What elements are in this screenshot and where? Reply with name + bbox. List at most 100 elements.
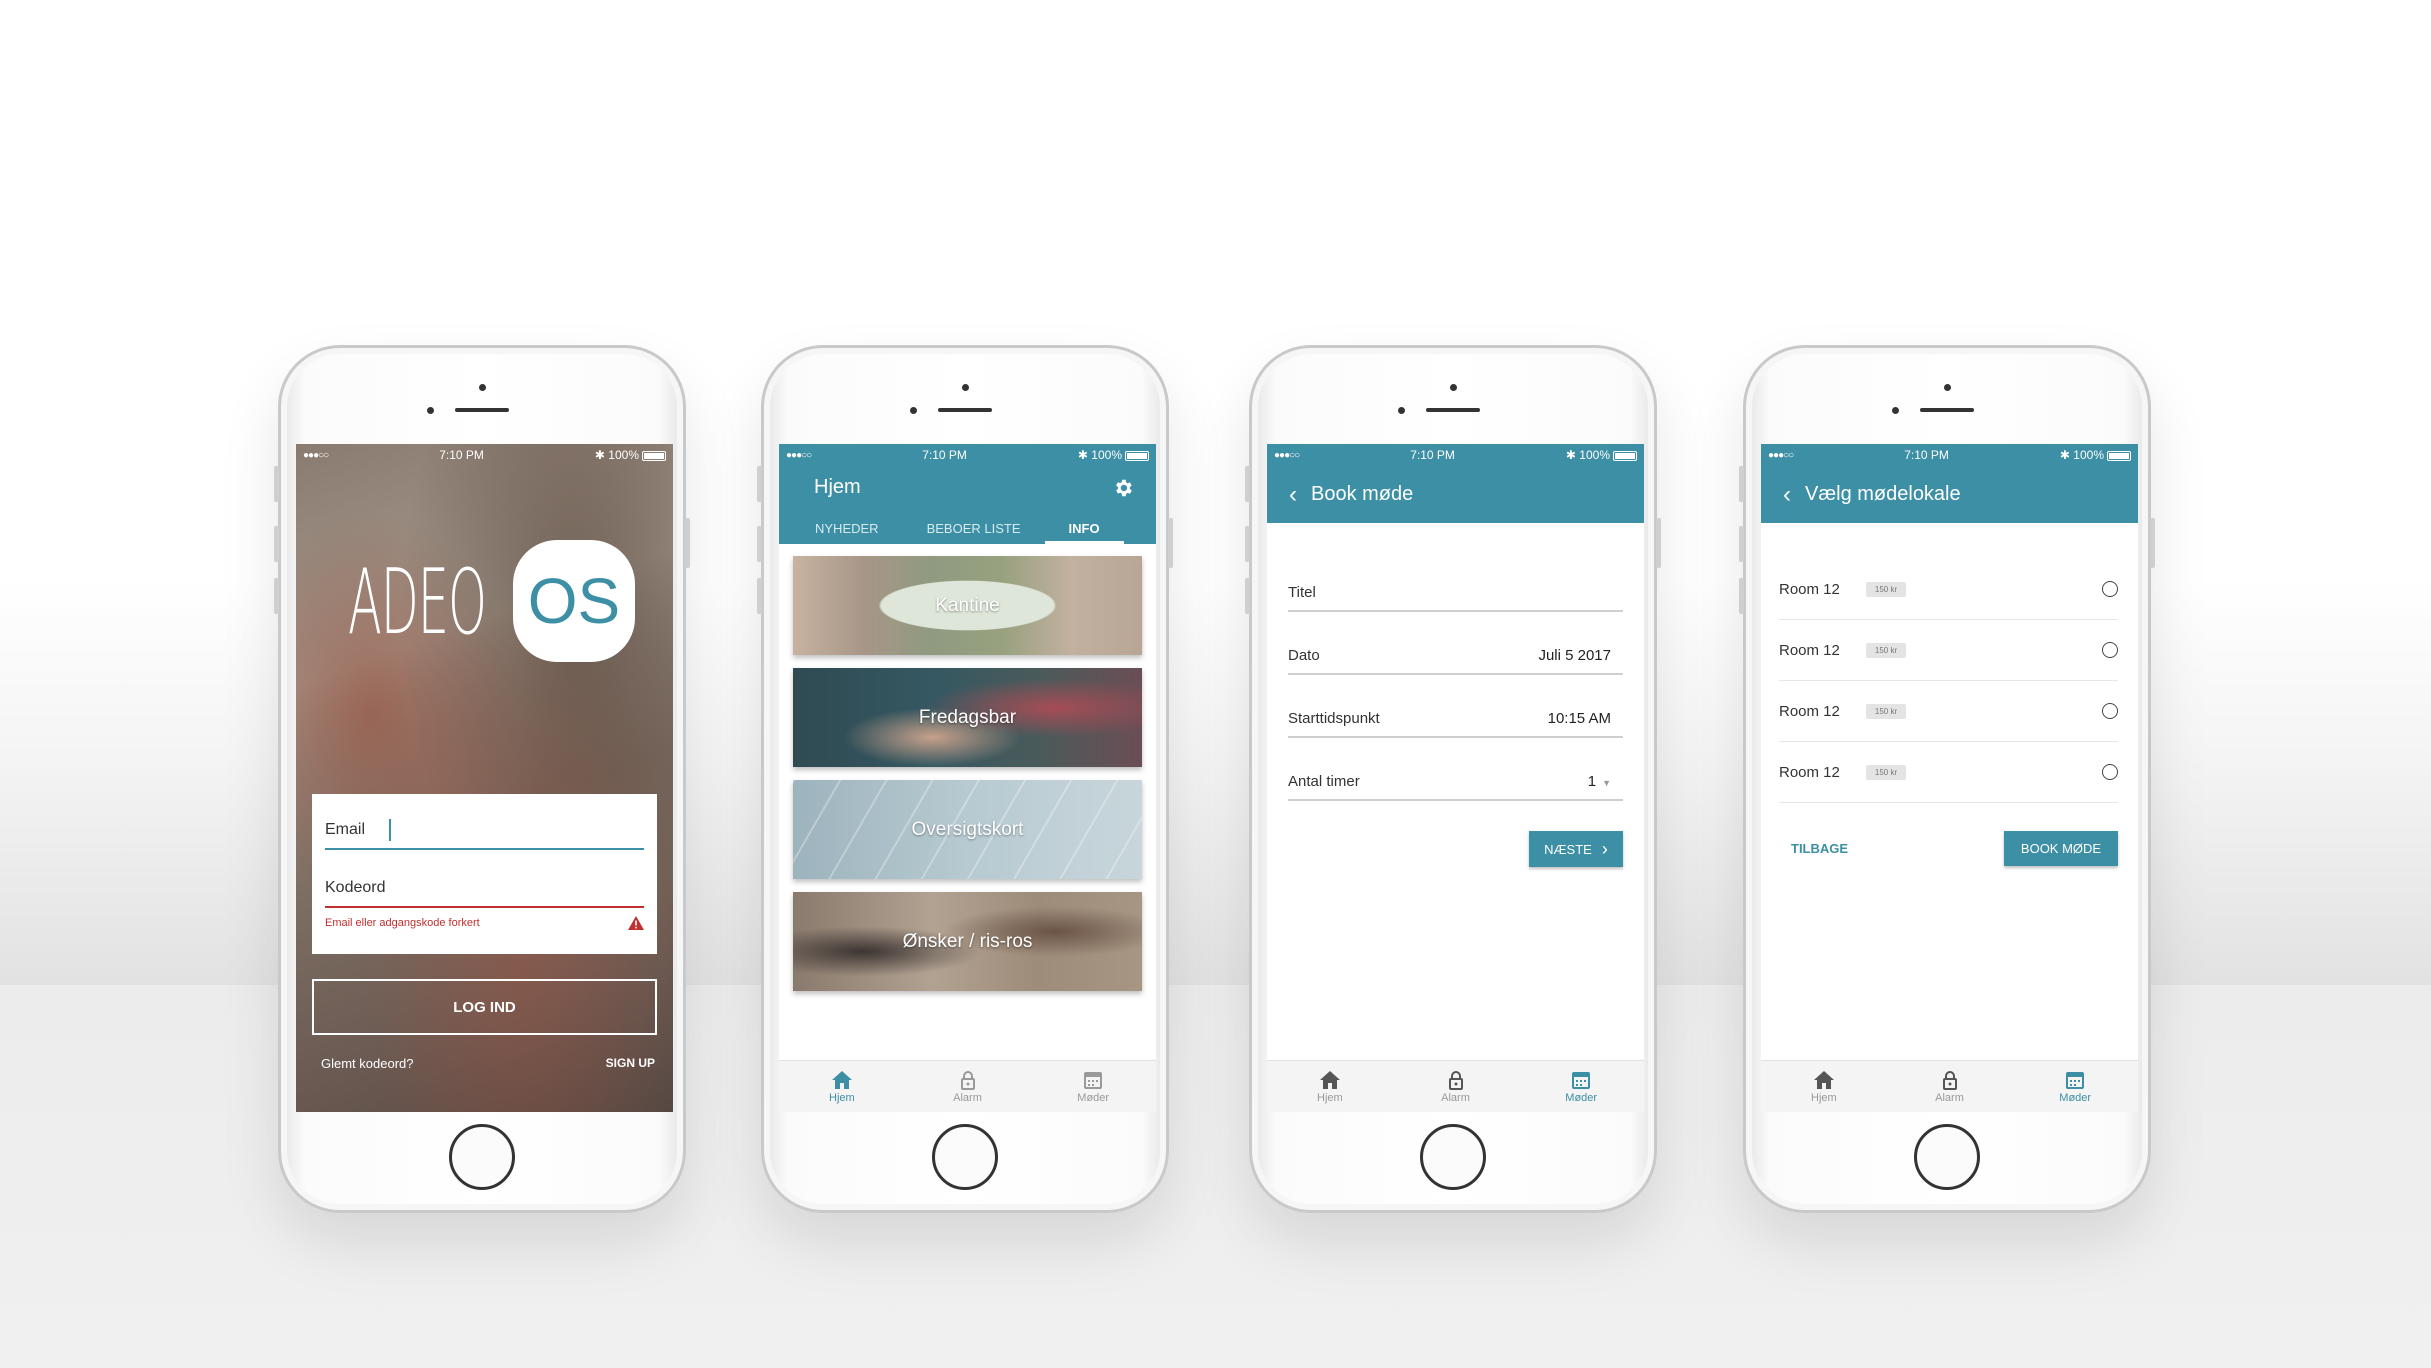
home-button[interactable] <box>1914 1124 1980 1190</box>
text-cursor <box>389 819 392 841</box>
proximity-sensor <box>427 407 434 414</box>
calendar-icon <box>2066 1071 2085 1089</box>
price-badge: 150 kr <box>1865 703 1907 719</box>
room-name: Room 12 <box>1779 641 1840 659</box>
header: ●●●○○ 7:10 PM ✱ 100% ‹ Book møde <box>1267 444 1644 523</box>
tab-hjem[interactable]: Hjem <box>1267 1061 1393 1112</box>
signal-indicator: ●●●○○ <box>786 449 812 461</box>
room-item[interactable]: Room 12 150 kr <box>1779 620 2118 681</box>
card-onsker[interactable]: Ønsker / ris-ros <box>793 892 1142 991</box>
card-kantine[interactable]: Kantine <box>793 556 1142 655</box>
tab-label: Alarm <box>1441 1091 1470 1104</box>
price-badge: 150 kr <box>1865 642 1907 658</box>
field-value: 10:15 AM <box>1547 710 1611 727</box>
home-button[interactable] <box>1420 1124 1486 1190</box>
status-bar: ●●●○○ 7:10 PM ✱ 100% <box>1761 444 2138 466</box>
tab-hjem[interactable]: Hjem <box>1761 1061 1887 1112</box>
tab-bar-top: NYHEDER BEBOER LISTE INFO <box>779 509 1156 544</box>
status-time: 7:10 PM <box>922 448 967 462</box>
tab-label: Alarm <box>1935 1091 1964 1104</box>
tab-moder[interactable]: Møder <box>1030 1061 1156 1112</box>
room-item[interactable]: Room 12 150 kr <box>1779 559 2118 620</box>
tab-info[interactable]: INFO <box>1044 521 1124 544</box>
tab-alarm[interactable]: Alarm <box>1393 1061 1519 1112</box>
tab-hjem[interactable]: Hjem <box>779 1061 905 1112</box>
room-item[interactable]: Room 12 150 kr <box>1779 742 2118 803</box>
rooms-screen: ●●●○○ 7:10 PM ✱ 100% ‹ Vælg mødelokale R… <box>1761 444 2138 1112</box>
room-radio[interactable] <box>2102 764 2118 780</box>
home-button[interactable] <box>932 1124 998 1190</box>
book-meeting-button[interactable]: BOOK MØDE <box>2004 831 2118 866</box>
status-time: 7:10 PM <box>439 448 484 462</box>
battery-icon <box>1125 450 1149 461</box>
hours-select[interactable]: Antal timer 1 ▼ <box>1288 738 1623 801</box>
login-links: Glemt kodeord? SIGN UP <box>321 1056 655 1071</box>
button-label: NÆSTE <box>1544 841 1592 857</box>
room-radio[interactable] <box>2102 703 2118 719</box>
phone-book: ●●●○○ 7:10 PM ✱ 100% ‹ Book møde Titel D… <box>1245 345 1661 1213</box>
next-button[interactable]: NÆSTE › <box>1529 831 1623 867</box>
login-button[interactable]: LOG IND <box>312 979 657 1035</box>
tab-label: Alarm <box>953 1091 982 1104</box>
home-screen: ●●●○○ 7:10 PM ✱ 100% Hjem NYHEDER BEBOER… <box>779 444 1156 1112</box>
forgot-password-link[interactable]: Glemt kodeord? <box>321 1056 414 1071</box>
app-logo-text: ADEO <box>348 550 487 655</box>
home-icon <box>1319 1070 1340 1089</box>
chevron-right-icon: › <box>1601 838 1608 859</box>
front-camera <box>1450 384 1457 391</box>
earpiece-speaker <box>1426 408 1480 412</box>
warning-icon <box>628 916 644 930</box>
battery-icon <box>2107 450 2131 461</box>
app-bar: Hjem <box>779 466 1156 509</box>
tab-beboer-liste[interactable]: BEBOER LISTE <box>903 521 1045 544</box>
home-button[interactable] <box>449 1124 515 1190</box>
room-list: Room 12 150 kr Room 12 150 kr Room 12 15… <box>1761 523 2138 803</box>
tab-label: Hjem <box>829 1091 855 1104</box>
earpiece-speaker <box>455 408 509 412</box>
card-fredagsbar[interactable]: Fredagsbar <box>793 668 1142 767</box>
page-title: Vælg mødelokale <box>1805 483 1961 505</box>
room-item[interactable]: Room 12 150 kr <box>1779 681 2118 742</box>
start-time-field[interactable]: Starttidspunkt 10:15 AM <box>1288 675 1623 738</box>
card-oversigtskort[interactable]: Oversigtskort <box>793 780 1142 879</box>
tab-alarm[interactable]: Alarm <box>1887 1061 2013 1112</box>
signal-indicator: ●●●○○ <box>303 449 329 461</box>
header: ●●●○○ 7:10 PM ✱ 100% ‹ Vælg mødelokale <box>1761 444 2138 523</box>
back-chevron-icon[interactable]: ‹ <box>1289 482 1297 507</box>
back-chevron-icon[interactable]: ‹ <box>1783 482 1791 507</box>
bottom-tab-bar: Hjem Alarm Møder <box>1267 1060 1644 1112</box>
tab-label: Hjem <box>1811 1091 1837 1104</box>
room-name: Room 12 <box>1779 702 1840 720</box>
home-icon <box>831 1070 852 1089</box>
status-bar: ●●●○○ 7:10 PM ✱ 100% <box>1267 444 1644 466</box>
tab-moder[interactable]: Møder <box>1518 1061 1644 1112</box>
back-link[interactable]: TILBAGE <box>1791 841 1848 856</box>
email-field[interactable]: Email <box>325 812 644 850</box>
gear-icon[interactable] <box>1112 477 1134 499</box>
battery-icon <box>642 450 666 461</box>
page-title: Book møde <box>1311 483 1414 505</box>
room-name: Room 12 <box>1779 580 1840 598</box>
error-message: Email eller adgangskode forkert <box>325 916 644 930</box>
signup-link[interactable]: SIGN UP <box>606 1056 655 1071</box>
title-field[interactable]: Titel <box>1288 565 1623 612</box>
tab-label: Møder <box>2059 1091 2092 1104</box>
battery-icon <box>1613 450 1637 461</box>
signal-indicator: ●●●○○ <box>1768 449 1794 461</box>
field-label: Antal timer <box>1288 773 1360 790</box>
tab-moder[interactable]: Møder <box>2012 1061 2138 1112</box>
room-radio[interactable] <box>2102 581 2118 597</box>
calendar-icon <box>1084 1071 1103 1089</box>
room-radio[interactable] <box>2102 642 2118 658</box>
tab-nyheder[interactable]: NYHEDER <box>791 521 903 544</box>
status-bar: ●●●○○ 7:10 PM ✱ 100% <box>296 444 673 466</box>
phone-home: ●●●○○ 7:10 PM ✱ 100% Hjem NYHEDER BEBOER… <box>757 345 1173 1213</box>
tab-alarm[interactable]: Alarm <box>905 1061 1031 1112</box>
app-logo-badge: OS <box>513 540 635 662</box>
page-title: Hjem <box>814 476 861 498</box>
password-field[interactable]: Kodeord <box>325 870 644 908</box>
status-time: 7:10 PM <box>1410 448 1455 462</box>
app-bar: ‹ Book møde <box>1267 466 1644 523</box>
lock-icon <box>960 1070 975 1090</box>
date-field[interactable]: Dato Juli 5 2017 <box>1288 612 1623 675</box>
